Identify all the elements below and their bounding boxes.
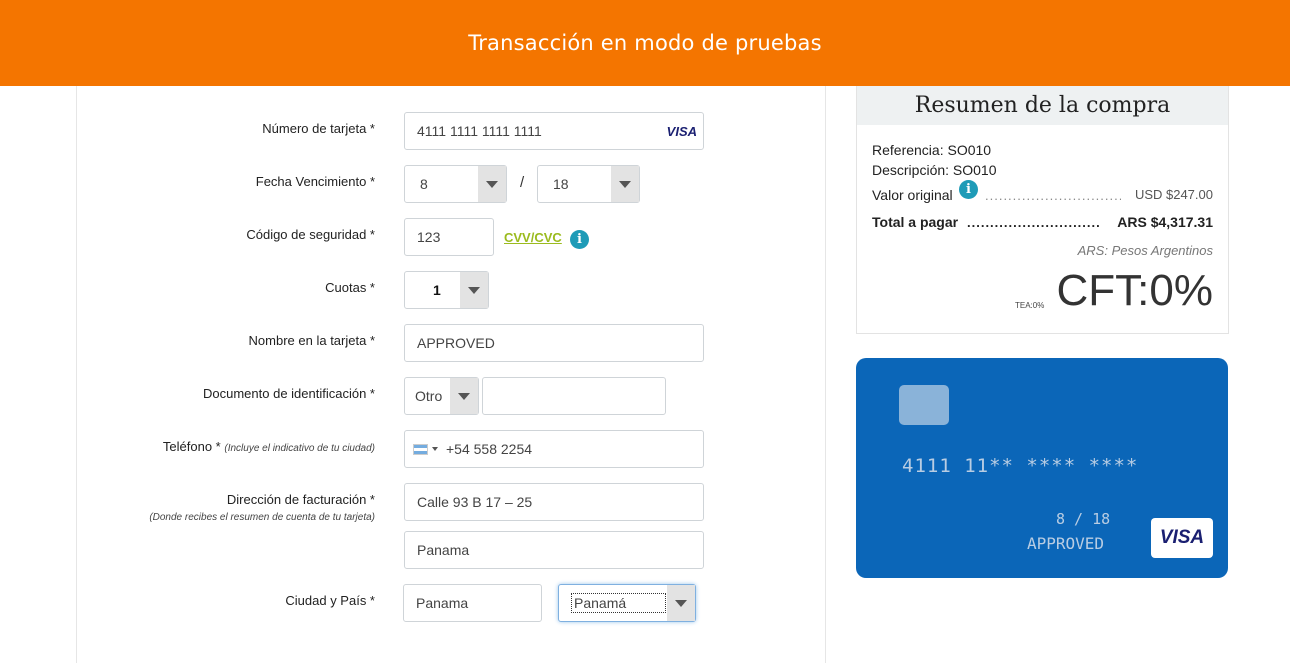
expiry-month-select[interactable]: 8 <box>404 165 507 203</box>
card-name-input[interactable]: APPROVED <box>404 324 704 362</box>
country-select[interactable]: Panamá <box>558 584 696 622</box>
security-code-input[interactable]: 123 <box>404 218 494 256</box>
test-mode-banner: Transacción en modo de pruebas <box>0 0 1290 86</box>
address-line2-value: Panama <box>417 542 470 558</box>
document-type-value: Otro <box>415 388 443 404</box>
reference-value: SO010 <box>947 142 992 158</box>
currency-note: ARS: Pesos Argentinos <box>1077 243 1213 258</box>
chevron-down-icon <box>611 166 639 202</box>
purchase-summary: Resumen de la compra Referencia: SO010 D… <box>856 86 1229 334</box>
address-line2-input[interactable]: Panama <box>404 531 704 569</box>
original-value-label: Valor original <box>872 187 953 203</box>
expiry-month-value: 8 <box>420 176 428 192</box>
visa-logo-icon: VISA <box>1151 518 1213 558</box>
card-chip-icon <box>899 385 949 425</box>
cft-rate: CFT:0% <box>1056 266 1213 315</box>
expiry-separator: / <box>520 174 525 191</box>
chevron-down-icon <box>667 585 695 621</box>
info-icon[interactable]: i <box>959 180 978 199</box>
summary-title: Resumen de la compra <box>857 86 1228 125</box>
card-preview-number: 4111 11** **** **** <box>902 455 1139 477</box>
expiry-year-select[interactable]: 18 <box>537 165 640 203</box>
phone-label: Teléfono * <box>162 439 221 454</box>
country-value: Panamá <box>571 593 666 613</box>
info-icon[interactable]: i <box>570 230 589 249</box>
phone-hint: (Incluye el indicativo de tu ciudad) <box>224 443 375 454</box>
address-label: Dirección de facturación * <box>226 492 375 507</box>
installments-value: 1 <box>433 282 441 298</box>
card-number-label: Número de tarjeta * <box>262 121 375 136</box>
phone-input[interactable]: +54 558 2254 <box>404 430 704 468</box>
chevron-down-icon <box>478 166 506 202</box>
card-name-label: Nombre en la tarjeta * <box>248 333 375 348</box>
tea-rate: TEA:0% <box>1015 301 1045 310</box>
city-country-label: Ciudad y País * <box>285 593 375 608</box>
address-hint: (Donde recibes el resumen de cuenta de t… <box>149 512 375 523</box>
phone-label-group: Teléfono * (Incluye el indicativo de tu … <box>163 439 375 454</box>
address-line1-value: Calle 93 B 17 – 25 <box>417 494 533 510</box>
installments-label: Cuotas * <box>325 280 375 295</box>
phone-value: +54 558 2254 <box>446 441 533 457</box>
document-type-select[interactable]: Otro <box>404 377 479 415</box>
card-preview: 4111 11** **** **** 8 / 18 APPROVED VISA <box>856 358 1228 578</box>
description-label: Descripción: <box>872 162 950 178</box>
chevron-down-icon[interactable] <box>432 447 438 451</box>
document-number-input[interactable] <box>482 377 666 415</box>
address-label-group: Dirección de facturación * (Donde recibes… <box>149 492 375 523</box>
document-label: Documento de identificación * <box>203 386 375 401</box>
city-input[interactable]: Panama <box>403 584 542 622</box>
banner-title: Transacción en modo de pruebas <box>468 31 822 55</box>
installments-select[interactable]: 1 <box>404 271 489 309</box>
cvv-help-link[interactable]: CVV/CVC <box>504 230 562 245</box>
total-value: ARS $4,317.31 <box>1117 214 1213 230</box>
argentina-flag-icon[interactable] <box>413 443 428 455</box>
visa-brand-icon: VISA <box>666 124 697 139</box>
form-labels: Número de tarjeta * Fecha Vencimiento * … <box>77 86 375 663</box>
card-number-value: 4111 1111 1111 1111 <box>417 123 542 139</box>
reference-label: Referencia: <box>872 142 944 158</box>
dot-leader: ................................ <box>985 188 1121 203</box>
card-number-input[interactable]: 4111 1111 1111 1111 VISA <box>404 112 704 150</box>
card-preview-name: APPROVED <box>1027 534 1105 553</box>
reference-row: Referencia: SO010 <box>872 142 991 158</box>
description-value: SO010 <box>952 162 997 178</box>
chevron-down-icon <box>460 272 488 308</box>
description-row: Descripción: SO010 <box>872 162 997 178</box>
original-value: USD $247.00 <box>1134 187 1213 202</box>
total-label: Total a pagar <box>872 214 959 230</box>
city-value: Panama <box>416 595 469 611</box>
security-code-label: Código de seguridad * <box>246 227 375 242</box>
dot-leader: ............................. <box>967 215 1101 230</box>
card-name-value: APPROVED <box>417 335 495 351</box>
expiry-label: Fecha Vencimiento * <box>255 174 375 189</box>
expiry-year-value: 18 <box>553 176 569 192</box>
security-code-value: 123 <box>417 229 441 245</box>
address-line1-input[interactable]: Calle 93 B 17 – 25 <box>404 483 704 521</box>
chevron-down-icon <box>450 378 478 414</box>
card-preview-expiry: 8 / 18 <box>1056 510 1111 528</box>
